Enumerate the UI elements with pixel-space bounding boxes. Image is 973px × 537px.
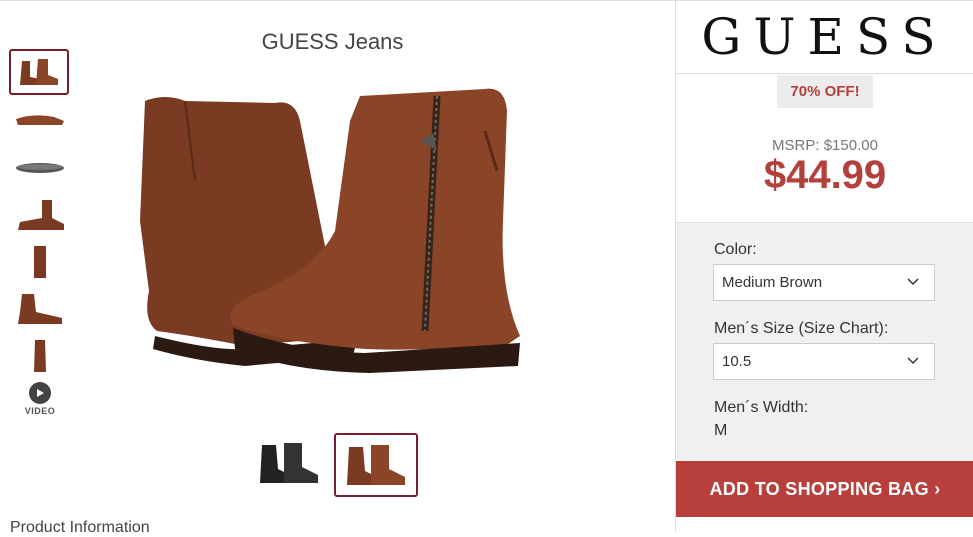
size-label[interactable]: Men´s Size (Size Chart):: [714, 320, 888, 338]
product-options: Color: Medium Brown Men´s Size (Size Cha…: [676, 222, 973, 462]
thumb-side-profile[interactable]: [12, 194, 68, 236]
width-value: M: [714, 422, 728, 439]
thumb-sole[interactable]: [12, 147, 68, 189]
color-select-value: Medium Brown: [722, 274, 823, 291]
sale-price: $44.99: [763, 153, 887, 197]
product-gallery: GUESS Jeans VIDEO Product Information: [0, 0, 675, 536]
brand-logo[interactable]: GUESS: [676, 1, 973, 74]
thumb-back[interactable]: [12, 335, 68, 377]
color-select[interactable]: Medium Brown: [713, 264, 935, 301]
colorway-black[interactable]: [254, 435, 324, 491]
discount-badge: 70% OFF!: [777, 75, 873, 108]
chevron-down-icon: [907, 278, 919, 286]
colorway-brown[interactable]: [334, 433, 418, 497]
brand-title[interactable]: GUESS Jeans: [0, 29, 665, 55]
thumb-inner-side[interactable]: [12, 288, 68, 330]
color-label: Color:: [714, 241, 757, 258]
thumb-brown-pair[interactable]: [9, 49, 69, 95]
msrp-price: MSRP: $150.00: [772, 137, 878, 154]
product-main-image: [125, 81, 535, 391]
width-label: Men´s Width:: [714, 399, 809, 416]
size-select[interactable]: 10.5: [713, 343, 935, 380]
play-icon[interactable]: [29, 382, 51, 404]
product-info-heading: Product Information: [10, 519, 150, 536]
colorway-options: [254, 433, 418, 497]
thumb-side-top[interactable]: [12, 100, 68, 142]
size-select-value: 10.5: [722, 353, 752, 370]
thumbnail-list: VIDEO: [9, 49, 71, 416]
thumb-front[interactable]: [12, 241, 68, 283]
video-button[interactable]: VIDEO: [9, 382, 71, 416]
chevron-down-icon: [907, 357, 919, 365]
purchase-panel: GUESS 70% OFF! MSRP: $150.00 $44.99 Colo…: [675, 0, 973, 532]
add-to-bag-button[interactable]: ADD TO SHOPPING BAG ›: [676, 461, 973, 517]
video-label: VIDEO: [24, 406, 56, 416]
